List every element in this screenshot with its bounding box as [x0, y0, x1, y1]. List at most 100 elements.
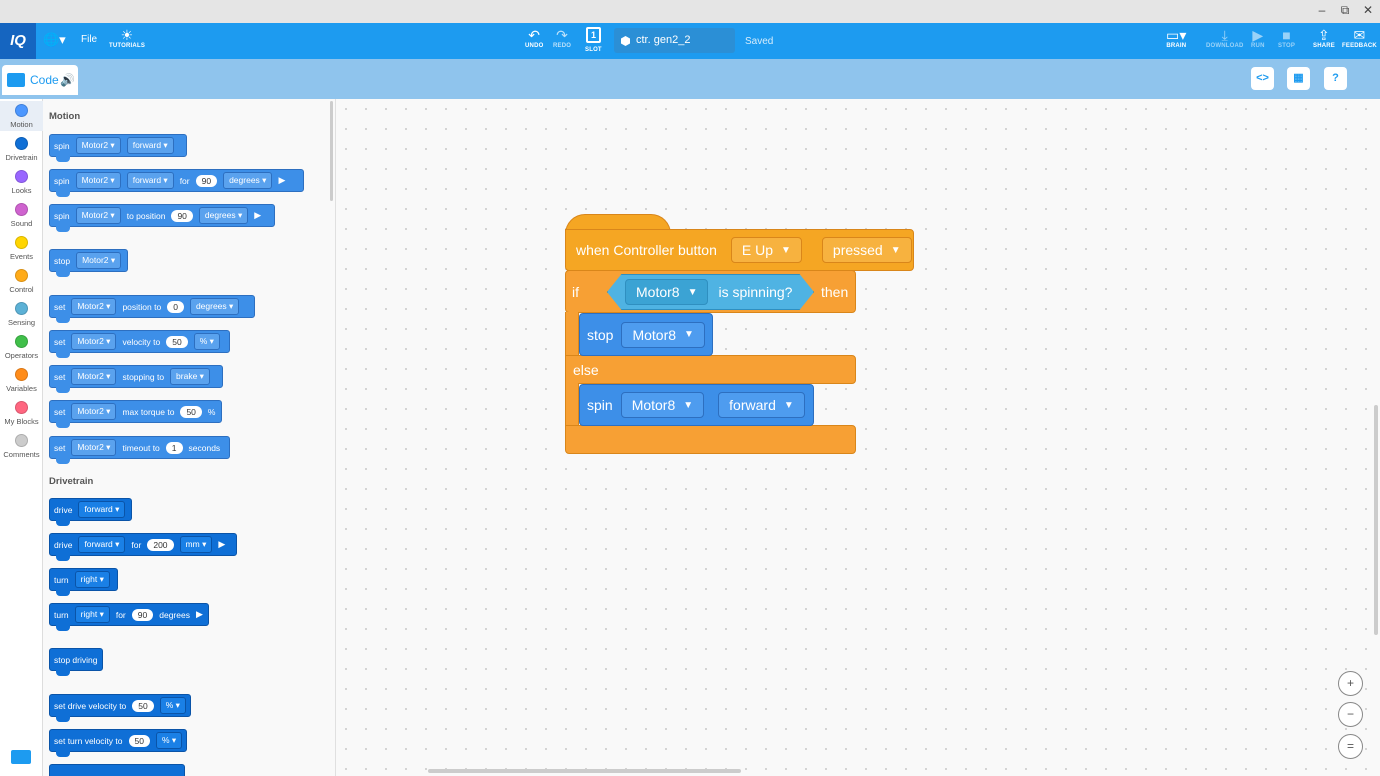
- stop-driving-block[interactable]: stop driving: [49, 648, 103, 676]
- minimize-button[interactable]: –: [1314, 3, 1330, 17]
- category-variables[interactable]: Variables: [0, 368, 43, 393]
- stop-motor-block[interactable]: stop Motor2: [49, 249, 128, 277]
- play-icon[interactable]: ▶: [218, 539, 225, 550]
- tab-code[interactable]: Code 🔊: [2, 65, 78, 95]
- category-comments[interactable]: Comments: [0, 434, 43, 459]
- unit-dropdown[interactable]: degrees: [223, 172, 273, 189]
- feedback-button[interactable]: ✉ FEEDBACK: [1342, 27, 1377, 49]
- close-window-button[interactable]: ✕: [1360, 3, 1376, 17]
- play-icon[interactable]: ▶: [254, 210, 261, 221]
- motor-dropdown[interactable]: Motor2: [71, 368, 117, 385]
- file-menu[interactable]: File: [81, 34, 97, 45]
- motor-dropdown[interactable]: Motor8 ▼: [621, 321, 705, 348]
- set-max-torque-block[interactable]: set Motor2 max torque to 50 %: [49, 400, 222, 428]
- stopping-dropdown[interactable]: brake: [170, 368, 210, 385]
- velocity-input[interactable]: 50: [128, 734, 150, 747]
- velocity-input[interactable]: 50: [132, 699, 154, 712]
- turn-direction-dropdown[interactable]: right: [74, 606, 110, 623]
- direction-dropdown[interactable]: forward: [126, 137, 174, 154]
- unit-dropdown[interactable]: mm: [179, 536, 213, 553]
- set-drive-velocity-block[interactable]: set drive velocity to 50 %: [49, 694, 191, 722]
- turn-block[interactable]: turn right: [49, 568, 118, 596]
- unit-dropdown[interactable]: %: [159, 697, 186, 714]
- direction-dropdown[interactable]: forward ▼: [718, 392, 805, 418]
- spin-to-position-block[interactable]: spin Motor2 to position 90 degrees ▶: [49, 204, 275, 232]
- stop-button[interactable]: ■ STOP: [1278, 27, 1295, 49]
- restore-button[interactable]: ⧉: [1337, 3, 1353, 18]
- amount-input[interactable]: 90: [195, 174, 218, 187]
- tutorials-button[interactable]: ☀ TUTORIALS: [109, 27, 145, 49]
- unit-dropdown[interactable]: degrees: [198, 207, 249, 224]
- slot-icon[interactable]: 1: [586, 27, 601, 43]
- direction-dropdown[interactable]: forward: [126, 172, 174, 189]
- set-timeout-block[interactable]: set Motor2 timeout to 1 seconds: [49, 436, 230, 464]
- angle-input[interactable]: 90: [131, 608, 154, 621]
- motor-dropdown[interactable]: Motor2: [71, 439, 117, 456]
- help-button[interactable]: ?: [1324, 67, 1347, 90]
- category-sensing[interactable]: Sensing: [0, 302, 43, 327]
- position-input[interactable]: 0: [167, 300, 184, 313]
- undo-button[interactable]: ↶ UNDO: [525, 27, 543, 49]
- timeout-input[interactable]: 1: [165, 441, 183, 454]
- direction-dropdown[interactable]: forward: [78, 501, 126, 518]
- zoom-reset-button[interactable]: =: [1338, 734, 1363, 759]
- palette-scrollbar[interactable]: [330, 101, 333, 201]
- project-name-field[interactable]: ctr. gen2_2: [614, 28, 735, 53]
- category-looks[interactable]: Looks: [0, 170, 43, 195]
- share-button[interactable]: ⇪ SHARE: [1313, 27, 1335, 49]
- run-button[interactable]: ▶ RUN: [1251, 27, 1265, 49]
- redo-button[interactable]: ↷ REDO: [553, 27, 571, 49]
- speaker-icon[interactable]: 🔊: [60, 65, 75, 95]
- unit-dropdown[interactable]: %: [155, 732, 183, 749]
- zoom-out-button[interactable]: −: [1338, 702, 1363, 727]
- velocity-input[interactable]: 50: [166, 335, 188, 348]
- code-viewer-button[interactable]: <>: [1251, 67, 1274, 90]
- drive-for-block[interactable]: drive forward for 200 mm ▶: [49, 533, 237, 561]
- motor-dropdown[interactable]: Motor2: [76, 252, 122, 269]
- spin-block[interactable]: spin Motor2 forward: [49, 134, 187, 162]
- motor-dropdown[interactable]: Motor2: [71, 403, 117, 420]
- drive-block[interactable]: drive forward: [49, 498, 132, 526]
- category-events[interactable]: Events: [0, 236, 43, 261]
- play-icon[interactable]: ▶: [278, 175, 285, 186]
- direction-dropdown[interactable]: forward: [78, 536, 126, 553]
- set-stopping-block[interactable]: set Motor2 stopping to brake: [49, 365, 223, 393]
- motor-dropdown[interactable]: Motor2: [71, 298, 117, 315]
- motor-dropdown[interactable]: Motor2: [75, 137, 121, 154]
- workspace-horizontal-scrollbar[interactable]: [428, 769, 741, 773]
- torque-input[interactable]: 50: [180, 405, 202, 418]
- category-my-blocks[interactable]: My Blocks: [0, 401, 43, 426]
- button-dropdown[interactable]: E Up ▼: [730, 237, 802, 263]
- motor-dropdown[interactable]: Motor2: [75, 172, 121, 189]
- motor-dropdown[interactable]: Motor2: [71, 333, 117, 350]
- category-drivetrain[interactable]: Drivetrain: [0, 137, 43, 162]
- unit-dropdown[interactable]: %: [193, 333, 220, 350]
- extensions-icon[interactable]: [11, 750, 31, 764]
- motor-dropdown[interactable]: Motor8 ▼: [625, 279, 709, 305]
- zoom-in-button[interactable]: +: [1338, 671, 1363, 696]
- is-spinning-condition[interactable]: Motor8 ▼ is spinning?: [607, 274, 814, 310]
- action-dropdown[interactable]: pressed ▼: [821, 237, 912, 263]
- download-button[interactable]: ⤓ DOWNLOAD: [1206, 27, 1244, 49]
- set-position-block[interactable]: set Motor2 position to 0 degrees: [49, 295, 255, 323]
- devices-button[interactable]: ▦: [1287, 67, 1310, 90]
- category-sound[interactable]: Sound: [0, 203, 43, 228]
- turn-for-block[interactable]: turn right for 90 degrees ▶: [49, 603, 209, 631]
- globe-icon[interactable]: 🌐▾: [43, 32, 66, 48]
- play-icon[interactable]: ▶: [196, 609, 203, 620]
- set-turn-velocity-block[interactable]: set turn velocity to 50 %: [49, 729, 187, 757]
- brain-button[interactable]: ▭▾ BRAIN: [1166, 27, 1187, 49]
- unit-dropdown[interactable]: degrees: [189, 298, 240, 315]
- distance-input[interactable]: 200: [147, 538, 174, 551]
- category-control[interactable]: Control: [0, 269, 43, 294]
- position-input[interactable]: 90: [171, 209, 193, 222]
- code-workspace[interactable]: [335, 99, 1380, 776]
- category-operators[interactable]: Operators: [0, 335, 43, 360]
- motor-dropdown[interactable]: Motor2: [75, 207, 121, 224]
- motor-dropdown[interactable]: Motor8 ▼: [620, 392, 705, 418]
- spin-motor-block[interactable]: spin Motor8 ▼ forward ▼: [579, 384, 814, 426]
- drivetrain-block-partial[interactable]: [49, 764, 185, 776]
- turn-direction-dropdown[interactable]: right: [74, 571, 110, 588]
- workspace-vertical-scrollbar[interactable]: [1374, 405, 1378, 635]
- when-controller-button-block[interactable]: when Controller button E Up ▼ pressed ▼: [565, 229, 914, 271]
